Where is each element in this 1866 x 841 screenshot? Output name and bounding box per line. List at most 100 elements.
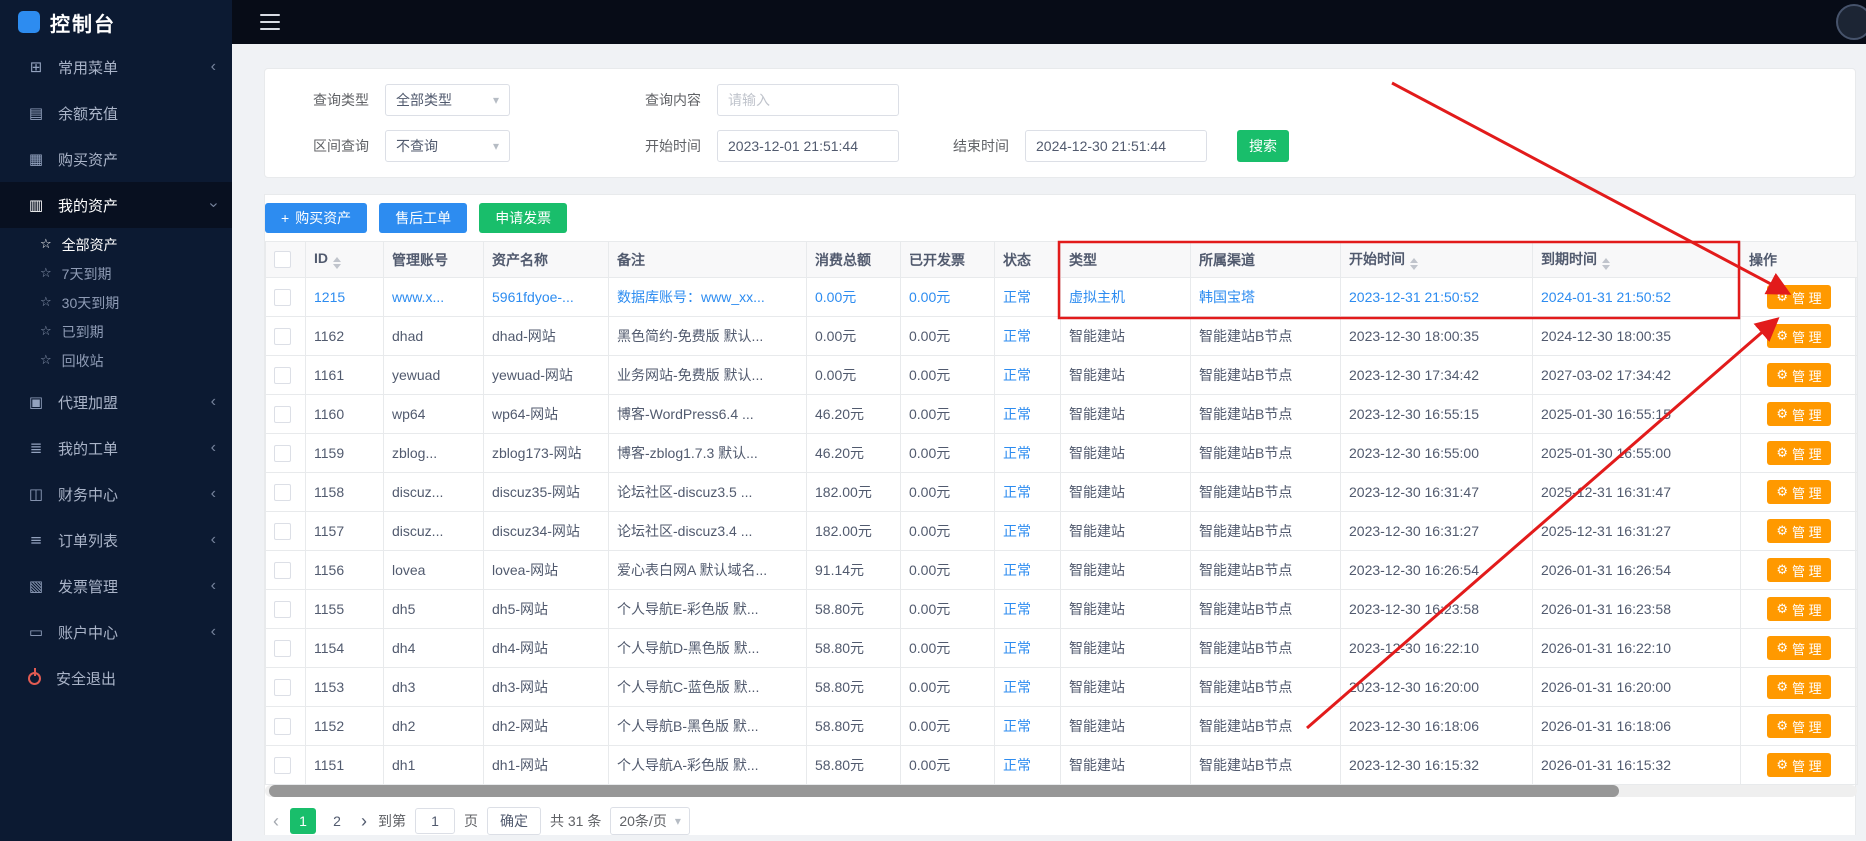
col-label: 消费总额 — [815, 252, 871, 268]
manage-button[interactable]: ⚙管 理 — [1767, 714, 1830, 738]
sidebar-subitem-label: 已到期 — [62, 322, 104, 342]
cell-expire-time: 2024-12-30 18:00:35 — [1533, 317, 1741, 356]
start-time-input[interactable] — [717, 130, 899, 162]
sidebar-item-my-tickets[interactable]: ≣我的工单‹ — [0, 425, 232, 471]
scrollbar-thumb[interactable] — [269, 785, 1619, 797]
cell-id: 1160 — [306, 395, 384, 434]
next-page-button[interactable]: › — [359, 811, 369, 832]
manage-button[interactable]: ⚙管 理 — [1767, 519, 1830, 543]
apply-invoice-button[interactable]: 申请发票 — [479, 203, 567, 233]
manage-button[interactable]: ⚙管 理 — [1767, 597, 1830, 621]
sidebar-item-finance-center[interactable]: ◫财务中心‹ — [0, 471, 232, 517]
sort-icon[interactable] — [333, 257, 341, 269]
page-button-1[interactable]: 1 — [290, 808, 316, 834]
manage-button[interactable]: ⚙管 理 — [1767, 402, 1830, 426]
manage-button[interactable]: ⚙管 理 — [1767, 480, 1830, 504]
col-select[interactable] — [266, 242, 306, 278]
horizontal-scrollbar[interactable] — [265, 785, 1857, 797]
manage-button[interactable]: ⚙管 理 — [1767, 636, 1830, 660]
manage-button[interactable]: ⚙管 理 — [1767, 441, 1830, 465]
sidebar-item-expired[interactable]: ☆已到期 — [0, 317, 232, 346]
goto-page-input[interactable] — [415, 808, 455, 834]
cell-expire-time: 2026-01-31 16:20:00 — [1533, 668, 1741, 707]
cell-name: dh2-网站 — [484, 707, 609, 746]
row-checkbox[interactable] — [274, 679, 291, 696]
header-checkbox[interactable] — [274, 251, 291, 268]
user-avatar[interactable] — [1836, 4, 1866, 40]
cell-status: 正常 — [995, 356, 1061, 395]
aftersale-ticket-button[interactable]: 售后工单 — [379, 203, 467, 233]
table-row: 1159zblog...zblog173-网站博客-zblog1.7.3 默认.… — [266, 434, 1858, 473]
cell-name: dhad-网站 — [484, 317, 609, 356]
query-type-select[interactable]: 全部类型 ▾ — [385, 84, 510, 116]
col-label: ID — [314, 250, 328, 266]
sidebar-item-expire-30d[interactable]: ☆30天到期 — [0, 288, 232, 317]
cell-invoiced: 0.00元 — [901, 356, 995, 395]
row-checkbox[interactable] — [274, 367, 291, 384]
cell-type: 智能建站 — [1061, 668, 1191, 707]
row-checkbox[interactable] — [274, 718, 291, 735]
row-checkbox[interactable] — [274, 523, 291, 540]
cell-status: 正常 — [995, 668, 1061, 707]
sidebar-item-common-menu[interactable]: ⊞常用菜单‹ — [0, 44, 232, 90]
cell-account: www.x... — [384, 278, 484, 317]
sidebar-item-balance-recharge[interactable]: ▤余额充值 — [0, 90, 232, 136]
col-expire-time[interactable]: 到期时间 — [1533, 242, 1741, 278]
query-type-value: 全部类型 — [396, 90, 452, 110]
cell-select — [266, 668, 306, 707]
ticket-icon: ≣ — [26, 439, 46, 457]
row-checkbox[interactable] — [274, 484, 291, 501]
row-checkbox[interactable] — [274, 640, 291, 657]
col-label: 所属渠道 — [1199, 252, 1255, 268]
row-checkbox[interactable] — [274, 562, 291, 579]
row-checkbox[interactable] — [274, 289, 291, 306]
end-time-input[interactable] — [1025, 130, 1207, 162]
cell-invoiced: 0.00元 — [901, 512, 995, 551]
sidebar-item-buy-assets[interactable]: ▦购买资产 — [0, 136, 232, 182]
row-checkbox[interactable] — [274, 757, 291, 774]
buy-asset-button[interactable]: + 购买资产 — [265, 203, 367, 233]
cell-total: 58.80元 — [807, 590, 901, 629]
manage-button[interactable]: ⚙管 理 — [1767, 324, 1830, 348]
row-checkbox[interactable] — [274, 406, 291, 423]
manage-button[interactable]: ⚙管 理 — [1767, 675, 1830, 699]
page-button-2[interactable]: 2 — [324, 808, 350, 834]
cell-total: 182.00元 — [807, 473, 901, 512]
row-checkbox[interactable] — [274, 445, 291, 462]
search-button[interactable]: 搜索 — [1237, 130, 1289, 162]
cell-expire-time: 2024-01-31 21:50:52 — [1533, 278, 1741, 317]
sidebar-item-order-list[interactable]: ≡订单列表‹ — [0, 517, 232, 563]
sidebar-item-agent-join[interactable]: ▣代理加盟‹ — [0, 379, 232, 425]
page-size-select[interactable]: 20条/页 ▾ — [610, 807, 690, 835]
sort-icon[interactable] — [1602, 258, 1610, 270]
manage-button[interactable]: ⚙管 理 — [1767, 753, 1830, 777]
sidebar-item-all-assets[interactable]: ☆全部资产 — [0, 230, 232, 259]
manage-button[interactable]: ⚙管 理 — [1767, 558, 1830, 582]
row-checkbox[interactable] — [274, 328, 291, 345]
query-content-input[interactable] — [717, 84, 899, 116]
prev-page-button[interactable]: ‹ — [271, 811, 281, 832]
manage-button[interactable]: ⚙管 理 — [1767, 363, 1830, 387]
cell-operation: ⚙管 理 — [1741, 512, 1858, 551]
cell-operation: ⚙管 理 — [1741, 395, 1858, 434]
range-query-select[interactable]: 不查询 ▾ — [385, 130, 510, 162]
sidebar-item-my-assets[interactable]: ▥我的资产‹ — [0, 182, 232, 228]
col-start-time[interactable]: 开始时间 — [1341, 242, 1533, 278]
sidebar-item-invoice-management[interactable]: ▧发票管理‹ — [0, 563, 232, 609]
manage-label: 管 理 — [1792, 678, 1822, 697]
manage-button[interactable]: ⚙管 理 — [1767, 285, 1830, 309]
gear-icon: ⚙ — [1776, 641, 1788, 656]
sidebar-item-expire-7d[interactable]: ☆7天到期 — [0, 259, 232, 288]
cell-invoiced: 0.00元 — [901, 551, 995, 590]
cell-account: wp64 — [384, 395, 484, 434]
sidebar-item-account-center[interactable]: ▭账户中心‹ — [0, 609, 232, 655]
sidebar-item-logout[interactable]: 安全退出 — [0, 655, 232, 701]
cell-status: 正常 — [995, 395, 1061, 434]
sidebar-item-recycle-bin[interactable]: ☆回收站 — [0, 346, 232, 375]
sidebar-toggle-icon[interactable] — [260, 14, 280, 30]
dashboard-icon: ⊞ — [26, 58, 46, 76]
sort-icon[interactable] — [1410, 258, 1418, 270]
confirm-button[interactable]: 确定 — [487, 807, 541, 835]
col-id[interactable]: ID — [306, 242, 384, 278]
row-checkbox[interactable] — [274, 601, 291, 618]
